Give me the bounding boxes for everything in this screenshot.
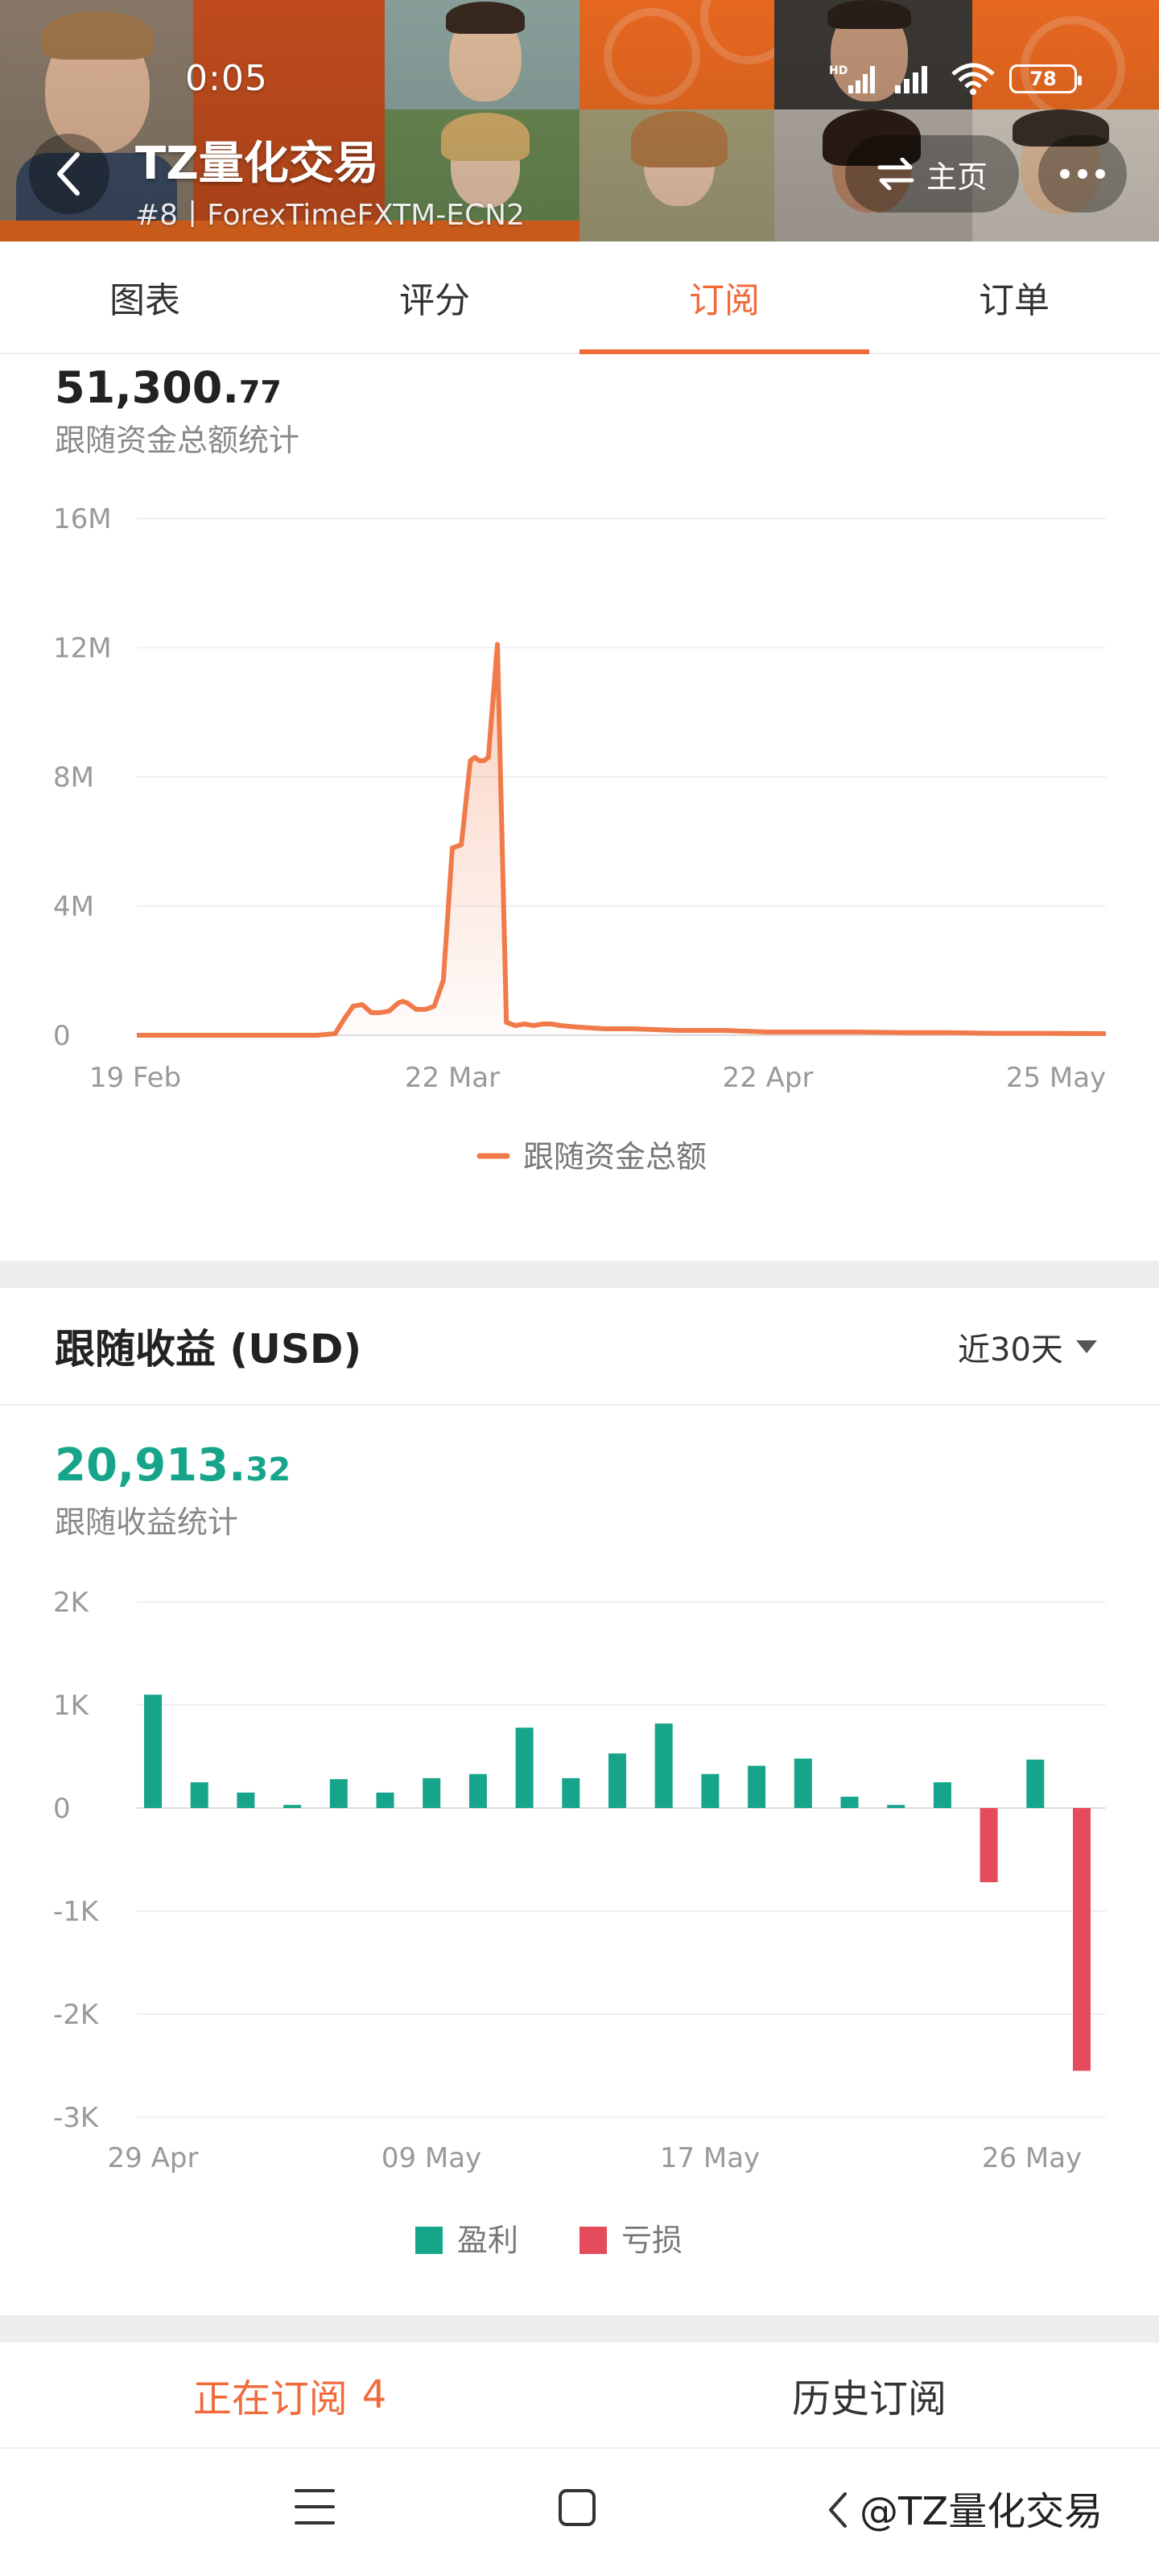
- fund-area-fill: [137, 644, 1106, 1035]
- x-tick-label: 22 Apr: [723, 1062, 814, 1094]
- swap-icon: [877, 158, 914, 190]
- page-subtitle: #8丨ForexTimeFXTM-ECN2: [135, 199, 525, 232]
- profit-bar[interactable]: [562, 1777, 580, 1808]
- more-button[interactable]: [1038, 135, 1127, 213]
- profit-bar[interactable]: [468, 1773, 487, 1808]
- fund-total-dec: 77: [238, 374, 282, 410]
- y-tick-label: 0: [53, 1793, 71, 1825]
- wifi-icon: [951, 63, 995, 95]
- profit-bar[interactable]: [283, 1805, 302, 1808]
- x-tick-label: 26 May: [982, 2142, 1082, 2174]
- profit-total-int: 20,913.: [55, 1439, 246, 1492]
- y-tick-label: -2K: [53, 1999, 100, 2031]
- tab-history-subscriptions[interactable]: 历史订阅: [580, 2343, 1159, 2447]
- loss-legend-label: 亏损: [621, 2223, 683, 2258]
- fund-total: 51,300.77: [55, 362, 282, 413]
- current-subscriptions-count: 4: [361, 2372, 387, 2417]
- current-subscriptions-label: 正在订阅: [192, 2376, 348, 2421]
- profile-header: 0:05 HD 78 TZ量化交易 #8丨ForexTimeFXTM-ECN2: [0, 0, 1159, 242]
- x-tick-label: 25 May: [1006, 1062, 1106, 1094]
- profit-bar[interactable]: [840, 1796, 859, 1808]
- section-divider: [0, 1261, 1159, 1288]
- caret-down-icon: [1075, 1340, 1097, 1353]
- profit-section-title: 跟随收益 (USD): [55, 1326, 362, 1373]
- x-tick-label: 09 May: [382, 2142, 481, 2174]
- header-divider: [0, 1404, 1159, 1406]
- battery-icon: 78: [1009, 64, 1082, 93]
- home-icon[interactable]: [559, 2489, 596, 2526]
- profit-bar[interactable]: [515, 1728, 534, 1808]
- signal-icon: [895, 66, 927, 93]
- profit-bar[interactable]: [144, 1695, 162, 1808]
- signal-icon: HD: [829, 64, 875, 93]
- watermark-text: @TZ量化交易: [860, 2489, 1103, 2534]
- fund-series-line: [137, 642, 1107, 1038]
- loss-bar[interactable]: [980, 1808, 998, 1883]
- tab-subscription[interactable]: 订阅: [580, 242, 869, 354]
- x-tick-label: 17 May: [660, 2142, 760, 2174]
- range-dropdown[interactable]: 近30天: [958, 1323, 1097, 1370]
- x-tick-label: 22 Mar: [405, 1062, 500, 1094]
- chevron-left-icon: [57, 152, 80, 196]
- profit-bar-chart: 2K1K0-1K-2K-3K 29 Apr 09 May 17 May 26 May …: [53, 1587, 1106, 2258]
- y-tick-label: -3K: [53, 2102, 100, 2134]
- battery-level: 78: [1029, 68, 1057, 90]
- range-value: 近30天: [958, 1331, 1063, 1368]
- back-icon[interactable]: [826, 2491, 850, 2529]
- profit-total-label: 跟随收益统计: [55, 1505, 239, 1540]
- page-title: TZ量化交易: [135, 138, 379, 190]
- svg-text:HD: HD: [829, 64, 848, 77]
- loss-legend-swatch: [580, 2227, 607, 2254]
- fund-legend-label: 跟随资金总额: [523, 1139, 707, 1174]
- menu-icon[interactable]: [295, 2489, 335, 2524]
- y-tick-label: 1K: [53, 1690, 90, 1722]
- profit-bar[interactable]: [1026, 1759, 1045, 1808]
- y-tick-label: 12M: [53, 633, 112, 665]
- profit-bar[interactable]: [423, 1777, 441, 1808]
- profit-bar[interactable]: [190, 1782, 208, 1808]
- profit-total: 20,913.32: [55, 1439, 291, 1492]
- profit-bar[interactable]: [748, 1765, 766, 1808]
- system-nav-bar: @TZ量化交易: [0, 2447, 1159, 2576]
- status-time: 0:05: [185, 58, 268, 99]
- back-button[interactable]: [29, 134, 109, 214]
- y-tick-label: 2K: [53, 1587, 90, 1619]
- y-tick-label: -1K: [53, 1896, 100, 1928]
- profit-bar[interactable]: [329, 1779, 348, 1808]
- tab-rating[interactable]: 评分: [290, 242, 580, 353]
- fund-legend: 跟随资金总额: [476, 1139, 707, 1174]
- profit-bar[interactable]: [794, 1758, 812, 1808]
- profit-bar[interactable]: [608, 1753, 626, 1808]
- tab-bar: 图表 评分 订阅 订单: [0, 242, 1159, 354]
- y-tick-label: 0: [53, 1020, 71, 1052]
- more-dots-icon: [1060, 169, 1070, 179]
- profit-total-dec: 32: [245, 1451, 291, 1488]
- profit-bar[interactable]: [887, 1805, 905, 1808]
- section-divider: [0, 2315, 1159, 2343]
- y-tick-label: 4M: [53, 891, 94, 923]
- profit-legend-label: 盈利: [457, 2223, 518, 2258]
- fund-area-chart: 0 4M 8M 12M 16M 19 Feb 22 Mar 22 Apr 25 May 跟随资…: [53, 503, 1107, 1174]
- tab-orders[interactable]: 订单: [869, 242, 1159, 353]
- x-tick-label: 29 Apr: [108, 2142, 199, 2174]
- profit-bar[interactable]: [701, 1773, 720, 1808]
- profit-legend-swatch: [415, 2227, 443, 2254]
- fund-total-label: 跟随资金总额统计: [55, 423, 300, 458]
- x-tick-label: 19 Feb: [89, 1062, 181, 1094]
- fund-total-int: 51,300.: [55, 362, 239, 413]
- tab-current-subscriptions[interactable]: 正在订阅 4: [0, 2343, 580, 2447]
- home-button[interactable]: 主页: [845, 135, 1019, 213]
- loss-bar[interactable]: [1073, 1808, 1091, 2071]
- profit-legend: 盈利 亏损: [415, 2223, 683, 2258]
- profit-bar[interactable]: [933, 1782, 951, 1808]
- status-icons: HD 78: [829, 61, 1082, 97]
- tab-chart[interactable]: 图表: [0, 242, 290, 353]
- profit-bar[interactable]: [237, 1792, 255, 1808]
- y-tick-label: 8M: [53, 762, 94, 794]
- y-tick-label: 16M: [53, 503, 112, 535]
- home-label: 主页: [926, 159, 988, 195]
- profit-bar[interactable]: [376, 1792, 394, 1808]
- profit-bar[interactable]: [654, 1724, 673, 1808]
- subscription-tabs: 正在订阅 4 历史订阅: [0, 2343, 1159, 2447]
